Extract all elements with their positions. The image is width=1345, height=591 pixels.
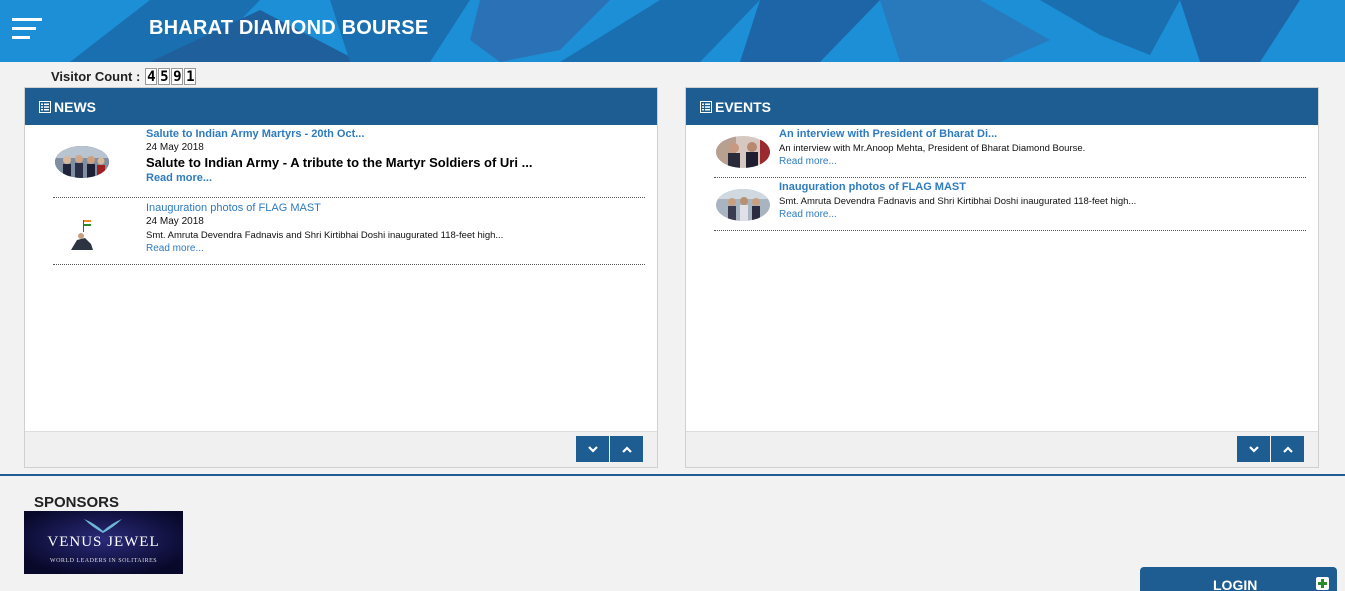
visitor-count: Visitor Count : 4 5 9 1: [51, 68, 197, 85]
news-item-title[interactable]: Inauguration photos of FLAG MAST: [146, 202, 503, 214]
news-thumbnail[interactable]: [55, 146, 109, 178]
visitor-count-label: Visitor Count :: [51, 69, 141, 84]
news-item: Salute to Indian Army Martyrs - 20th Oct…: [53, 128, 645, 198]
read-more-link[interactable]: Read more...: [146, 172, 532, 184]
event-item: An interview with President of Bharat Di…: [714, 128, 1306, 178]
chevron-up-icon: [621, 445, 632, 453]
visitor-digit: 5: [158, 68, 171, 85]
sponsors-heading: SPONSORS: [34, 494, 120, 511]
read-more-link[interactable]: Read more...: [146, 243, 503, 254]
event-item-title[interactable]: An interview with President of Bharat Di…: [779, 128, 1085, 140]
news-thumbnail[interactable]: [63, 218, 103, 250]
plus-icon: [1316, 577, 1329, 590]
news-item: Inauguration photos of FLAG MAST 24 May …: [53, 202, 645, 265]
events-panel: EVENTS An interview with President of Bh…: [685, 87, 1319, 468]
login-label: LOGIN: [1213, 577, 1258, 591]
sponsor-tagline: WORLD LEADERS IN SOLITAIRES: [49, 558, 158, 564]
site-title: BHARAT DIAMOND BOURSE: [149, 17, 429, 39]
visitor-count-digits: 4 5 9 1: [145, 68, 197, 85]
news-heading: NEWS: [54, 98, 96, 115]
scroll-down-button[interactable]: [1237, 436, 1270, 462]
visitor-digit: 9: [171, 68, 184, 85]
event-thumbnail[interactable]: [716, 136, 770, 168]
login-button[interactable]: LOGIN: [1140, 567, 1337, 591]
hamburger-menu-icon[interactable]: [12, 18, 42, 40]
events-panel-footer: [686, 431, 1318, 467]
list-icon: [39, 100, 51, 113]
news-item-headline: Salute to Indian Army - A tribute to the…: [146, 155, 533, 170]
chevron-down-icon: [587, 445, 598, 453]
list-icon: [700, 100, 712, 113]
site-header: BHARAT DIAMOND BOURSE: [0, 0, 1345, 62]
event-item-description: An interview with Mr.Anoop Mehta, Presid…: [779, 143, 1086, 154]
news-item-description: Smt. Amruta Devendra Fadnavis and Shri K…: [146, 230, 504, 241]
event-thumbnail[interactable]: [716, 189, 770, 221]
news-item-date: 24 May 2018: [146, 142, 204, 153]
event-item-title[interactable]: Inauguration photos of FLAG MAST: [779, 181, 1136, 193]
event-item: Inauguration photos of FLAG MAST Smt. Am…: [714, 181, 1306, 231]
read-more-link[interactable]: Read more...: [779, 156, 1085, 167]
news-panel: NEWS Salute to Indian Army Martyrs - 20t…: [24, 87, 658, 468]
visitor-digit: 1: [184, 68, 197, 85]
news-panel-footer: [25, 431, 657, 467]
sponsor-logo-venus-jewel[interactable]: VENUS JEWEL WORLD LEADERS IN SOLITAIRES: [24, 511, 183, 574]
scroll-up-button[interactable]: [610, 436, 643, 462]
visitor-digit: 4: [145, 68, 158, 85]
events-panel-header: EVENTS: [686, 88, 1318, 125]
event-item-description: Smt. Amruta Devendra Fadnavis and Shri K…: [779, 196, 1137, 207]
news-panel-header: NEWS: [25, 88, 657, 125]
sponsor-name: VENUS JEWEL: [47, 534, 160, 550]
events-heading: EVENTS: [715, 98, 772, 115]
news-item-title[interactable]: Salute to Indian Army Martyrs - 20th Oct…: [146, 128, 532, 140]
chevron-up-icon: [1282, 445, 1293, 453]
scroll-down-button[interactable]: [576, 436, 609, 462]
news-item-date: 24 May 2018: [146, 216, 204, 227]
section-divider: [0, 474, 1345, 476]
scroll-up-button[interactable]: [1271, 436, 1304, 462]
chevron-down-icon: [1248, 445, 1259, 453]
read-more-link[interactable]: Read more...: [779, 209, 1136, 220]
